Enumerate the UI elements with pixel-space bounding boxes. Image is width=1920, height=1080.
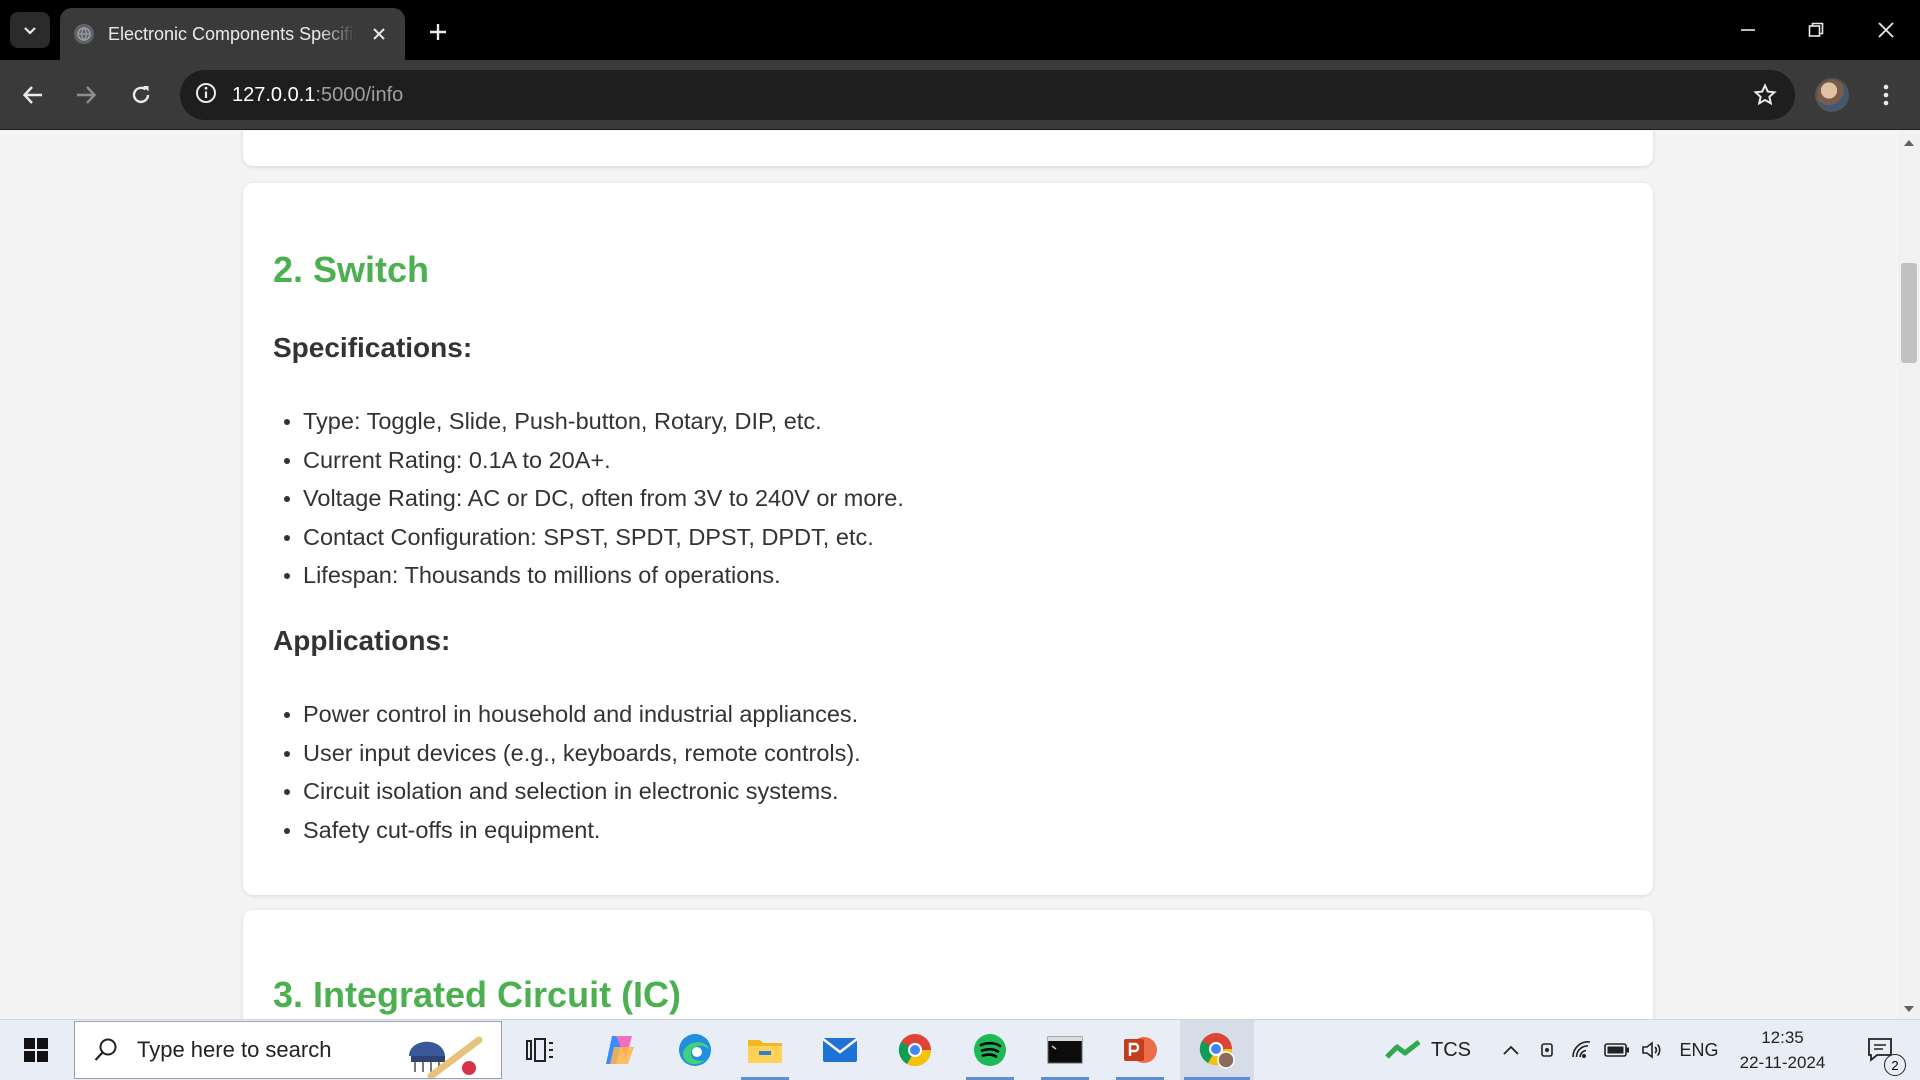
notification-count-badge: 2 xyxy=(1884,1054,1906,1076)
page-viewport: 2. Switch Specifications: Type: Toggle, … xyxy=(0,131,1898,1019)
search-placeholder: Type here to search xyxy=(137,1037,332,1062)
close-icon xyxy=(1878,22,1894,38)
terminal-icon xyxy=(1047,1036,1083,1064)
page-scrollbar[interactable] xyxy=(1898,131,1920,1019)
copilot-icon xyxy=(606,1036,634,1064)
bookmark-star-icon[interactable] xyxy=(1753,83,1777,112)
chevron-down-icon xyxy=(24,27,36,35)
restore-button[interactable] xyxy=(1792,8,1840,52)
scrollbar-thumb[interactable] xyxy=(1901,263,1917,363)
globe-icon xyxy=(74,24,94,44)
specifications-heading: Specifications: xyxy=(273,332,473,363)
edge-browser-icon xyxy=(679,1034,711,1066)
address-bar[interactable]: 127.0.0.1:5000/info xyxy=(180,70,1795,120)
kebab-menu-icon xyxy=(1883,84,1889,106)
spotify-icon xyxy=(974,1034,1006,1066)
search-icon xyxy=(94,1038,117,1061)
section-title-switch: 2. Switch xyxy=(273,249,430,290)
tab-search-button[interactable] xyxy=(10,12,50,48)
volume-icon[interactable] xyxy=(1638,1020,1668,1080)
list-item: Lifespan: Thousands to millions of opera… xyxy=(273,556,904,595)
list-item: Power control in household and industria… xyxy=(273,695,861,734)
scroll-up-arrow-icon[interactable] xyxy=(1898,133,1920,153)
arrow-left-icon xyxy=(22,86,42,104)
stock-widget[interactable]: TCS xyxy=(1378,1020,1478,1080)
applications-heading: Applications: xyxy=(273,625,451,656)
start-button[interactable] xyxy=(10,1020,62,1080)
scroll-down-arrow-icon[interactable] xyxy=(1898,999,1920,1019)
chrome-button[interactable] xyxy=(885,1020,945,1080)
list-item: User input devices (e.g., keyboards, rem… xyxy=(273,734,861,773)
folder-icon xyxy=(748,1040,782,1063)
taskbar-search-box[interactable]: Type here to search xyxy=(74,1021,502,1079)
language-label: ENG xyxy=(1679,1039,1719,1060)
tab-title: Electronic Components Specifications xyxy=(108,23,356,44)
tab-strip: Electronic Components Specifications xyxy=(0,0,1920,60)
copilot-button[interactable] xyxy=(590,1020,650,1080)
specifications-list: Type: Toggle, Slide, Push-button, Rotary… xyxy=(273,402,904,595)
arrow-right-icon xyxy=(77,86,97,104)
input-language-indicator[interactable]: ENG xyxy=(1676,1020,1722,1080)
chrome-icon xyxy=(898,1034,932,1067)
url-host: 127.0.0.1 xyxy=(232,83,316,106)
url-path: :5000/info xyxy=(315,83,404,106)
plus-icon xyxy=(430,24,446,40)
reload-button[interactable] xyxy=(121,75,161,115)
terminal-button[interactable] xyxy=(1035,1020,1095,1080)
clock-time: 12:35 xyxy=(1761,1028,1804,1047)
ic-section-card: 3. Integrated Circuit (IC) xyxy=(243,910,1653,1019)
profile-avatar[interactable] xyxy=(1815,78,1849,112)
battery-icon[interactable] xyxy=(1602,1020,1632,1080)
active-tab[interactable]: Electronic Components Specifications xyxy=(60,8,405,60)
previous-section-card xyxy=(243,131,1653,166)
forward-button[interactable] xyxy=(66,75,106,115)
windows-taskbar: Type here to search TCS ENG 12:35 22-11-… xyxy=(0,1019,1920,1080)
spotify-button[interactable] xyxy=(960,1020,1020,1080)
stock-trend-icon xyxy=(1385,1040,1421,1059)
restore-icon xyxy=(1808,22,1824,37)
notification-center-button[interactable]: 2 xyxy=(1854,1020,1908,1080)
edge-button[interactable] xyxy=(665,1020,725,1080)
close-window-button[interactable] xyxy=(1862,8,1910,52)
close-tab-icon[interactable] xyxy=(367,22,391,46)
new-tab-button[interactable] xyxy=(420,14,456,50)
list-item: Circuit isolation and selection in elect… xyxy=(273,772,861,811)
back-button[interactable] xyxy=(13,75,53,115)
list-item: Safety cut-offs in equipment. xyxy=(273,811,861,850)
stock-label: TCS xyxy=(1431,1038,1471,1061)
show-hidden-icons-button[interactable] xyxy=(1496,1020,1526,1080)
powerpoint-button[interactable] xyxy=(1110,1020,1170,1080)
meet-now-icon[interactable] xyxy=(1534,1020,1562,1080)
section-title-ic: 3. Integrated Circuit (IC) xyxy=(273,974,682,1015)
powerpoint-icon xyxy=(1124,1037,1157,1063)
cricket-highlight-icon xyxy=(409,1036,483,1078)
minimize-button[interactable] xyxy=(1724,8,1772,52)
mail-button[interactable] xyxy=(810,1020,870,1080)
clock-date: 22-11-2024 xyxy=(1739,1053,1826,1072)
list-item: Voltage Rating: AC or DC, often from 3V … xyxy=(273,479,904,518)
task-view-button[interactable] xyxy=(515,1020,565,1080)
site-info-icon[interactable] xyxy=(194,81,218,110)
task-view-icon xyxy=(526,1038,553,1062)
list-item: Current Rating: 0.1A to 20A+. xyxy=(273,441,904,480)
chevron-up-icon xyxy=(1503,1045,1519,1055)
list-item: Contact Configuration: SPST, SPDT, DPST,… xyxy=(273,518,904,557)
taskbar-clock[interactable]: 12:35 22-11-2024 xyxy=(1730,1025,1835,1075)
chrome-profile-icon xyxy=(1199,1033,1235,1069)
applications-list: Power control in household and industria… xyxy=(273,695,861,849)
windows-logo-icon xyxy=(24,1038,48,1062)
url-text[interactable]: 127.0.0.1:5000/info xyxy=(232,84,403,107)
switch-section-card: 2. Switch Specifications: Type: Toggle, … xyxy=(243,183,1653,895)
mail-icon xyxy=(822,1038,858,1062)
wifi-icon[interactable] xyxy=(1568,1020,1596,1080)
reload-icon xyxy=(132,86,150,104)
browser-toolbar: 127.0.0.1:5000/info xyxy=(0,60,1920,130)
chrome-profile-button[interactable] xyxy=(1180,1020,1254,1080)
file-explorer-button[interactable] xyxy=(735,1020,795,1080)
minimize-icon xyxy=(1741,29,1755,31)
list-item: Type: Toggle, Slide, Push-button, Rotary… xyxy=(273,402,904,441)
menu-button[interactable] xyxy=(1866,75,1906,115)
